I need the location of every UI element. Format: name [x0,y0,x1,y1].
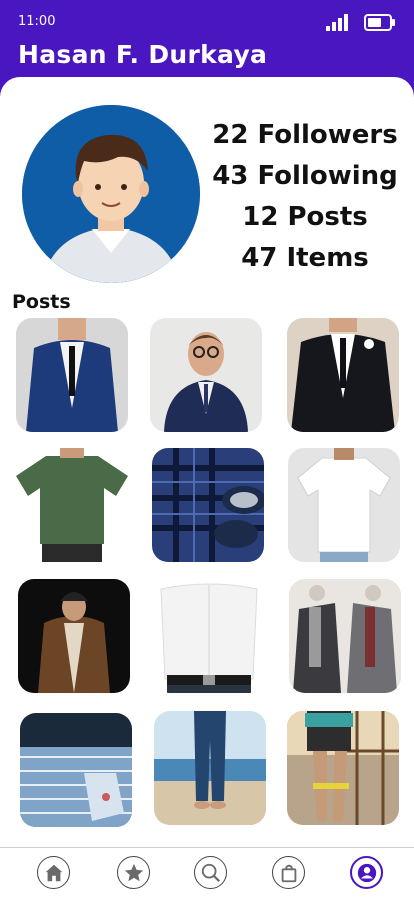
post-image-white-shirt[interactable] [153,579,265,693]
tab-favorites[interactable] [117,856,150,889]
posts-grid [0,77,414,847]
post-image-brown-coat[interactable] [18,579,130,693]
bottom-tab-bar [0,847,414,897]
home-icon [45,864,62,881]
post-image-resistance-band[interactable] [287,711,399,825]
star-icon [124,863,143,881]
tab-profile[interactable] [350,856,383,889]
status-bar: 11:00 [0,0,414,44]
tab-shop[interactable] [272,856,305,889]
post-image-plaid-shirt[interactable] [152,448,264,562]
post-image-jeans-beach[interactable] [154,711,266,825]
tab-home[interactable] [37,856,70,889]
profile-icon [357,863,376,882]
post-image-white-tshirt[interactable] [288,448,400,562]
tab-search[interactable] [194,856,227,889]
post-image-navy-suit[interactable] [16,318,128,432]
post-image-folded-shirts[interactable] [20,713,132,827]
signal-bars-icon [326,14,348,31]
post-image-suits-scarves[interactable] [289,579,401,693]
profile-name: Hasan F. Durkaya [18,40,268,69]
battery-icon [364,14,395,31]
shopping-bag-icon [281,864,296,882]
status-time: 11:00 [18,14,56,29]
post-image-green-tshirt[interactable] [16,448,128,562]
profile-content: 22 Followers 43 Following 12 Posts 47 It… [0,77,414,847]
post-image-glasses-suit[interactable] [150,318,262,432]
post-image-black-suit[interactable] [287,318,399,432]
search-icon [201,863,220,882]
